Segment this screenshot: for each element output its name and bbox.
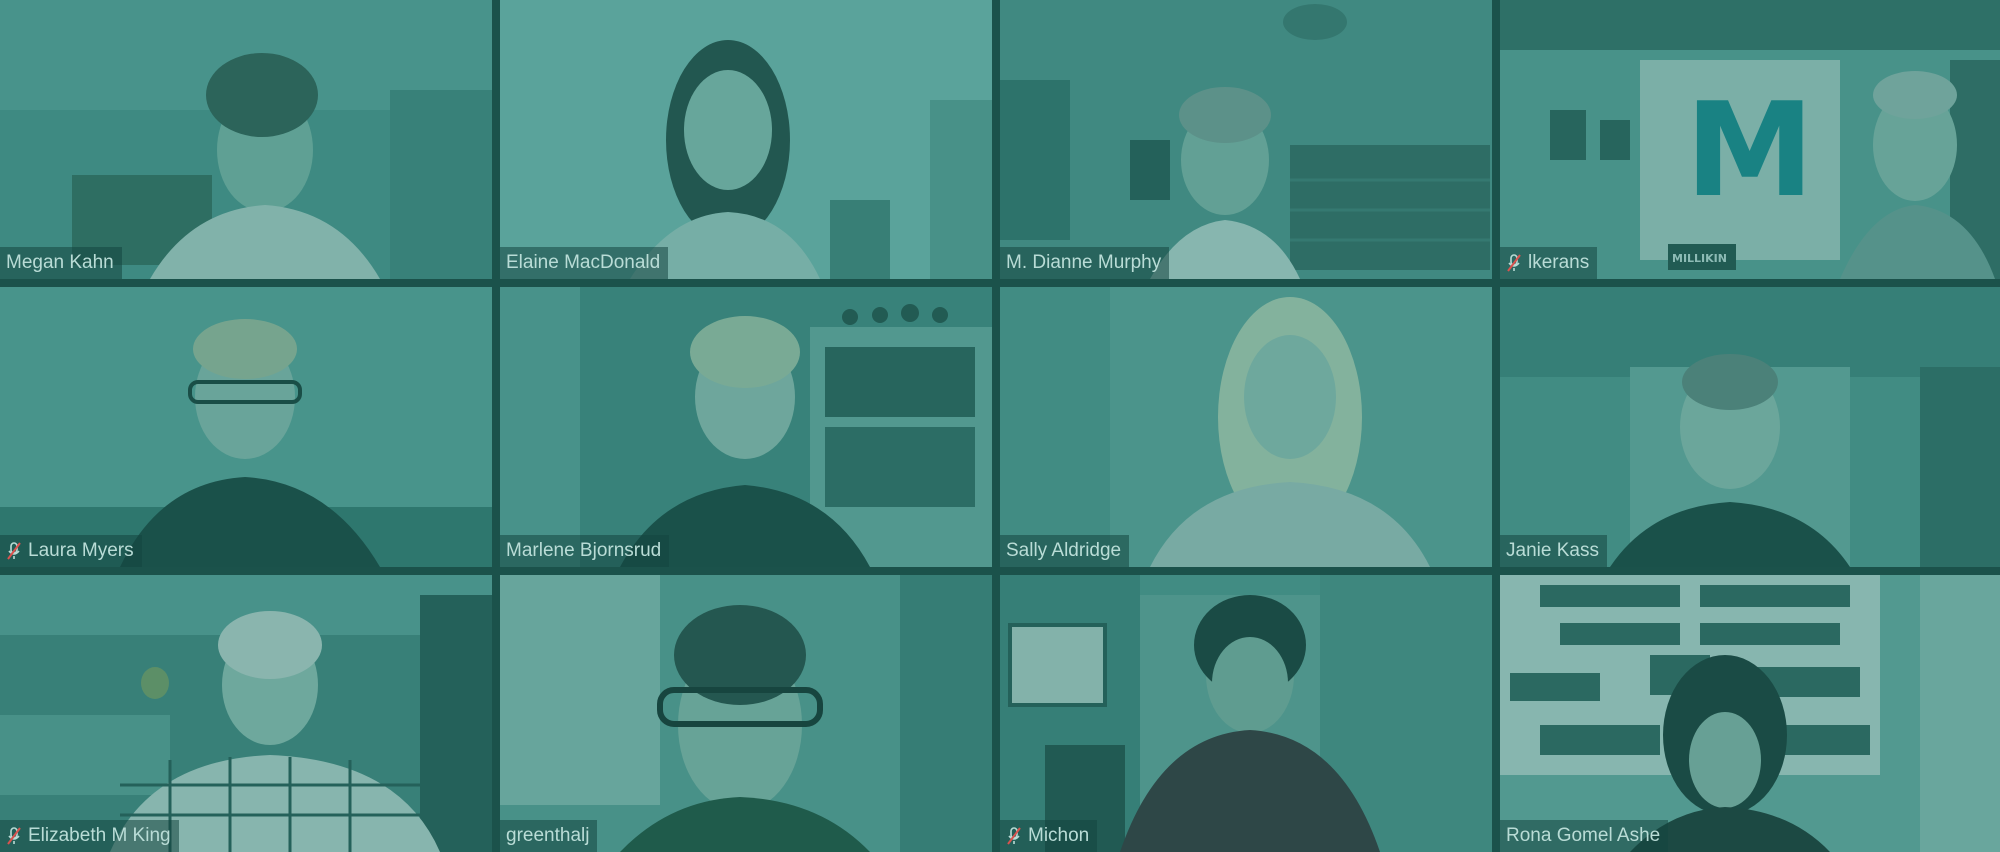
- video-tile[interactable]: greenthalj: [500, 575, 992, 852]
- participant-name-tag: M. Dianne Murphy: [1000, 247, 1170, 279]
- video-feed: [1500, 287, 2000, 567]
- video-tile[interactable]: Rona Gomel Ashe: [1500, 575, 2000, 852]
- muted-mic-icon: [1507, 254, 1521, 272]
- participant-name-tag: Elaine MacDonald: [500, 247, 669, 279]
- participant-name-tag: lkerans: [1500, 247, 1598, 279]
- video-feed: [500, 0, 992, 279]
- participant-name: Megan Kahn: [6, 252, 114, 273]
- video-tile[interactable]: M. Dianne Murphy: [1000, 0, 1492, 279]
- participant-name: greenthalj: [506, 825, 590, 846]
- participant-name: Marlene Bjornsrud: [506, 540, 662, 561]
- participant-name-tag: Marlene Bjornsrud: [500, 535, 670, 567]
- video-feed: [0, 0, 492, 279]
- video-tile[interactable]: Janie Kass: [1500, 287, 2000, 567]
- participant-name-tag: Janie Kass: [1500, 535, 1607, 567]
- banner-letter: M: [1685, 74, 1814, 226]
- video-tile-active-speaker[interactable]: Elaine MacDonald: [500, 0, 992, 279]
- video-grid: Megan Kahn Elaine MacDonald M. Dianne Mu…: [0, 0, 2000, 852]
- participant-name: Elizabeth M King: [28, 825, 171, 846]
- video-feed: [500, 575, 992, 852]
- video-tile[interactable]: Marlene Bjornsrud: [500, 287, 992, 567]
- video-feed: M MILLIKIN: [1500, 0, 2000, 279]
- video-feed: [1000, 575, 1492, 852]
- video-feed: [0, 575, 492, 852]
- participant-name-tag: Michon: [1000, 820, 1098, 852]
- participant-name: Rona Gomel Ashe: [1506, 825, 1661, 846]
- participant-name: M. Dianne Murphy: [1006, 252, 1162, 273]
- pennant-text: MILLIKIN: [1672, 252, 1727, 265]
- video-tile[interactable]: M MILLIKIN lkerans: [1500, 0, 2000, 279]
- video-tile[interactable]: Laura Myers: [0, 287, 492, 567]
- muted-mic-icon: [1007, 827, 1021, 845]
- participant-name: Sally Aldridge: [1006, 540, 1122, 561]
- video-tile[interactable]: Michon: [1000, 575, 1492, 852]
- participant-name-tag: Megan Kahn: [0, 247, 122, 279]
- participant-name-tag: Rona Gomel Ashe: [1500, 820, 1669, 852]
- muted-mic-icon: [7, 542, 21, 560]
- video-feed: [1000, 287, 1492, 567]
- participant-name: Elaine MacDonald: [506, 252, 661, 273]
- muted-mic-icon: [7, 827, 21, 845]
- participant-name: Michon: [1028, 825, 1090, 846]
- video-tile[interactable]: Elizabeth M King: [0, 575, 492, 852]
- participant-name-tag: Sally Aldridge: [1000, 535, 1130, 567]
- participant-name: lkerans: [1528, 252, 1590, 273]
- video-tile[interactable]: Sally Aldridge: [1000, 287, 1492, 567]
- video-tile[interactable]: Megan Kahn: [0, 0, 492, 279]
- video-feed: [0, 287, 492, 567]
- participant-name-tag: greenthalj: [500, 820, 598, 852]
- video-feed: [500, 287, 992, 567]
- participant-name: Laura Myers: [28, 540, 134, 561]
- participant-name-tag: Laura Myers: [0, 535, 142, 567]
- participant-name-tag: Elizabeth M King: [0, 820, 179, 852]
- video-feed: [1000, 0, 1492, 279]
- participant-name: Janie Kass: [1506, 540, 1599, 561]
- video-feed: [1500, 575, 2000, 852]
